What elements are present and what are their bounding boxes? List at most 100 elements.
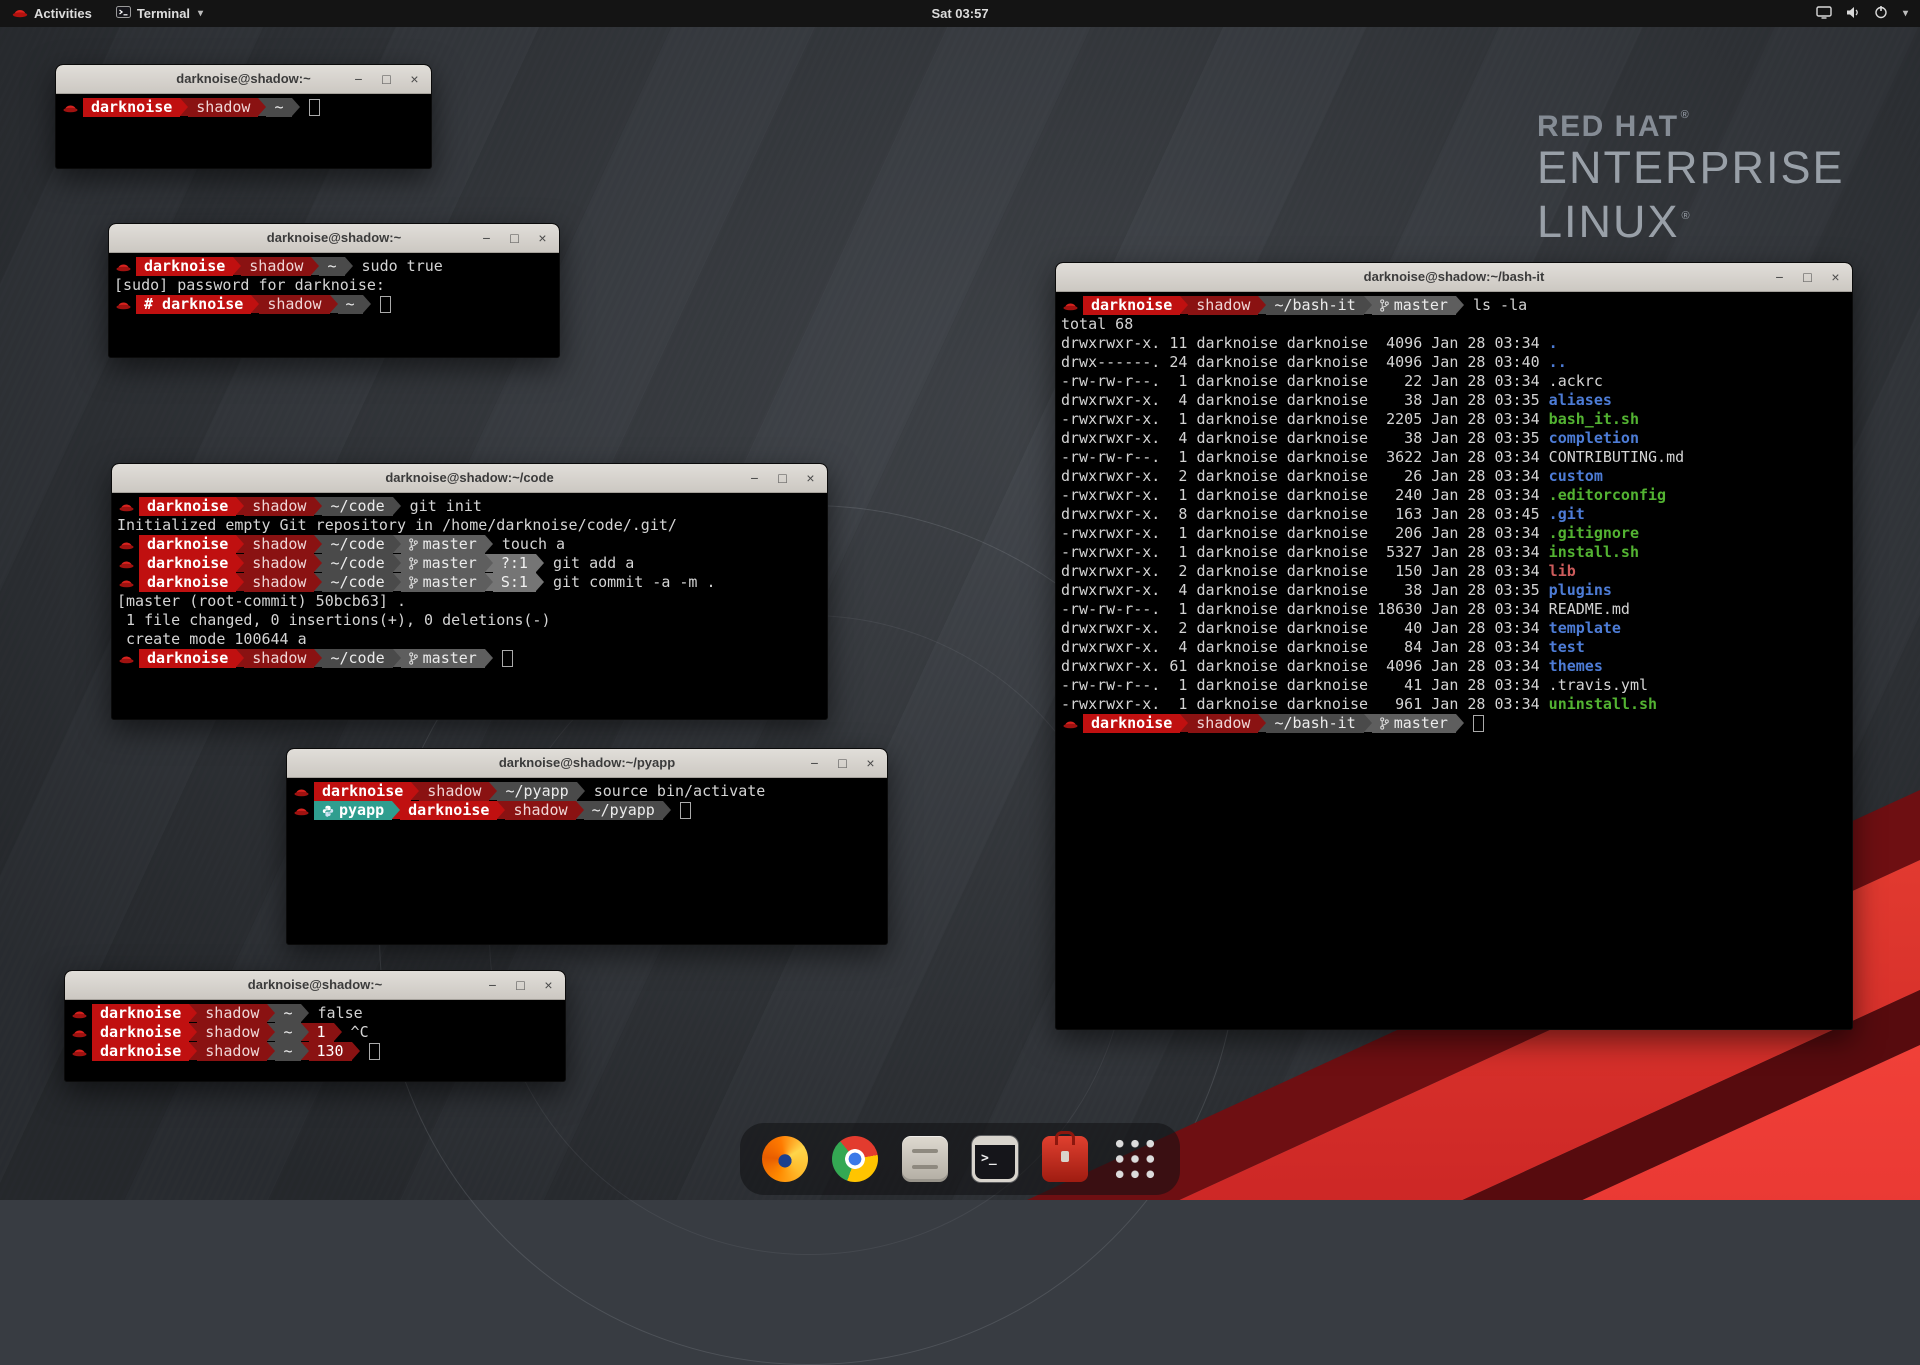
- terminal-content[interactable]: darknoiseshadow~: [56, 94, 431, 117]
- activities-button[interactable]: Activities: [0, 0, 104, 27]
- prompt-segment-darkred: shadow: [188, 98, 258, 117]
- terminal-line: darknoiseshadow~/code git init: [117, 497, 825, 516]
- terminal-line: total 68: [1061, 315, 1850, 334]
- terminal-line: [master (root-commit) 50bcb63] .: [117, 592, 825, 611]
- minimize-button[interactable]: −: [747, 464, 762, 492]
- terminal-line: drwxrwxr-x. 4 darknoise darknoise 38 Jan…: [1061, 429, 1850, 448]
- powerline-arrow: [1456, 714, 1464, 732]
- terminal-text: git commit -a -m .: [544, 573, 716, 592]
- app-menu[interactable]: Terminal ▾: [104, 0, 215, 27]
- chevron-down-icon: ▾: [198, 8, 203, 19]
- terminal-text: .gitignore: [1549, 524, 1639, 543]
- prompt-segment-git: master: [401, 573, 485, 592]
- terminal-text: 1 file changed, 0 insertions(+), 0 delet…: [117, 611, 550, 630]
- prompt-segment-darkred: shadow: [197, 1042, 267, 1061]
- prompt-segment-path: ~/code: [322, 535, 392, 554]
- terminal-text: [master (root-commit) 50bcb63] .: [117, 592, 406, 611]
- terminal-text: drwxrwxr-x. 4 darknoise darknoise 84 Jan…: [1061, 638, 1549, 657]
- redhat-icon: [117, 554, 139, 573]
- terminal-line: drwxrwxr-x. 4 darknoise darknoise 84 Jan…: [1061, 638, 1850, 657]
- prompt-segment-red: darknoise: [139, 573, 236, 592]
- minimize-button[interactable]: −: [485, 971, 500, 999]
- terminal-line: drwxrwxr-x. 2 darknoise darknoise 40 Jan…: [1061, 619, 1850, 638]
- window-titlebar[interactable]: darknoise@shadow:~/pyapp − □ ×: [287, 749, 887, 778]
- terminal-text: .ackrc: [1549, 372, 1603, 391]
- redhat-icon: [292, 801, 314, 820]
- terminal-line: -rwxrwxr-x. 1 darknoise darknoise 206 Ja…: [1061, 524, 1850, 543]
- powerline-arrow: [236, 497, 244, 515]
- minimize-button[interactable]: −: [1772, 263, 1787, 291]
- prompt-segment-exit: 1: [309, 1023, 334, 1042]
- terminal-content[interactable]: darknoiseshadow~/bash-itmaster ls -latot…: [1056, 292, 1852, 733]
- window-controls: − □ ×: [807, 749, 878, 777]
- terminal-text: [sudo] password for darknoise:: [114, 276, 394, 295]
- redhat-icon: [117, 573, 139, 592]
- close-button[interactable]: ×: [535, 224, 550, 252]
- close-button[interactable]: ×: [407, 65, 422, 93]
- terminal-content[interactable]: darknoiseshadow~/code git initInitialize…: [112, 493, 827, 668]
- terminal-content[interactable]: darknoiseshadow~ sudo true[sudo] passwor…: [109, 253, 559, 314]
- maximize-button[interactable]: □: [835, 749, 850, 777]
- system-menu[interactable]: ▾: [1804, 0, 1920, 27]
- close-button[interactable]: ×: [863, 749, 878, 777]
- dock-item-software[interactable]: [1038, 1132, 1092, 1186]
- branch-icon: [409, 652, 418, 665]
- window-titlebar[interactable]: darknoise@shadow:~ − □ ×: [65, 971, 565, 1000]
- terminal-line: drwxrwxr-x. 11 darknoise darknoise 4096 …: [1061, 334, 1850, 353]
- dock-item-firefox[interactable]: [758, 1132, 812, 1186]
- terminal-cursor: [502, 650, 513, 667]
- minimize-button[interactable]: −: [479, 224, 494, 252]
- clock[interactable]: Sat 03:57: [931, 6, 988, 21]
- window-titlebar[interactable]: darknoise@shadow:~/code − □ ×: [112, 464, 827, 493]
- close-button[interactable]: ×: [1828, 263, 1843, 291]
- powerline-arrow: [485, 535, 493, 553]
- terminal-line: darknoiseshadow~ false: [70, 1004, 563, 1023]
- powerline-arrow: [314, 497, 322, 515]
- prompt-segment-path: ~/code: [322, 554, 392, 573]
- prompt-segment-git: master: [401, 649, 485, 668]
- powerline-arrow: [330, 295, 338, 313]
- dock-item-app-grid[interactable]: [1108, 1132, 1162, 1186]
- powerline-arrow: [292, 98, 300, 116]
- powerline-arrow: [536, 554, 544, 572]
- maximize-button[interactable]: □: [513, 971, 528, 999]
- maximize-button[interactable]: □: [1800, 263, 1815, 291]
- terminal-text: lib: [1549, 562, 1576, 581]
- terminal-text: drwxrwxr-x. 8 darknoise darknoise 163 Ja…: [1061, 505, 1549, 524]
- terminal-line: -rwxrwxr-x. 1 darknoise darknoise 2205 J…: [1061, 410, 1850, 429]
- minimize-button[interactable]: −: [351, 65, 366, 93]
- maximize-button[interactable]: □: [507, 224, 522, 252]
- dock-item-terminal[interactable]: [968, 1132, 1022, 1186]
- terminal-window-code: darknoise@shadow:~/code − □ × darknoises…: [111, 463, 828, 720]
- dock-item-chrome[interactable]: [828, 1132, 882, 1186]
- terminal-text: sudo true: [353, 257, 443, 276]
- maximize-button[interactable]: □: [775, 464, 790, 492]
- close-button[interactable]: ×: [803, 464, 818, 492]
- prompt-segment-path: ~: [275, 1004, 300, 1023]
- window-titlebar[interactable]: darknoise@shadow:~ − □ ×: [109, 224, 559, 253]
- dock-item-files[interactable]: [898, 1132, 952, 1186]
- terminal-text: create mode 100644 a: [117, 630, 307, 649]
- chevron-down-icon: ▾: [1903, 8, 1908, 19]
- maximize-button[interactable]: □: [379, 65, 394, 93]
- prompt-segment-gitstatus: ?:1: [493, 554, 536, 573]
- terminal-line: drwx------. 24 darknoise darknoise 4096 …: [1061, 353, 1850, 372]
- terminal-text: completion: [1549, 429, 1639, 448]
- terminal-text: template: [1549, 619, 1621, 638]
- window-titlebar[interactable]: darknoise@shadow:~ − □ ×: [56, 65, 431, 94]
- close-button[interactable]: ×: [541, 971, 556, 999]
- brand-line3: LINUX: [1537, 196, 1680, 247]
- branch-icon: [1380, 717, 1389, 730]
- brand-line1: RED HAT: [1537, 110, 1679, 143]
- prompt-segment-path: ~/pyapp: [497, 782, 576, 801]
- terminal-content[interactable]: darknoiseshadow~/pyapp source bin/activa…: [287, 778, 887, 820]
- prompt-segment-path: ~: [319, 257, 344, 276]
- terminal-content[interactable]: darknoiseshadow~ falsedarknoiseshadow~1 …: [65, 1000, 565, 1061]
- window-titlebar[interactable]: darknoise@shadow:~/bash-it − □ ×: [1056, 263, 1852, 292]
- terminal-line: -rw-rw-r--. 1 darknoise darknoise 18630 …: [1061, 600, 1850, 619]
- powerline-arrow: [485, 573, 493, 591]
- terminal-text: aliases: [1549, 391, 1612, 410]
- powerline-arrow: [251, 295, 259, 313]
- terminal-text: ls -la: [1464, 296, 1527, 315]
- minimize-button[interactable]: −: [807, 749, 822, 777]
